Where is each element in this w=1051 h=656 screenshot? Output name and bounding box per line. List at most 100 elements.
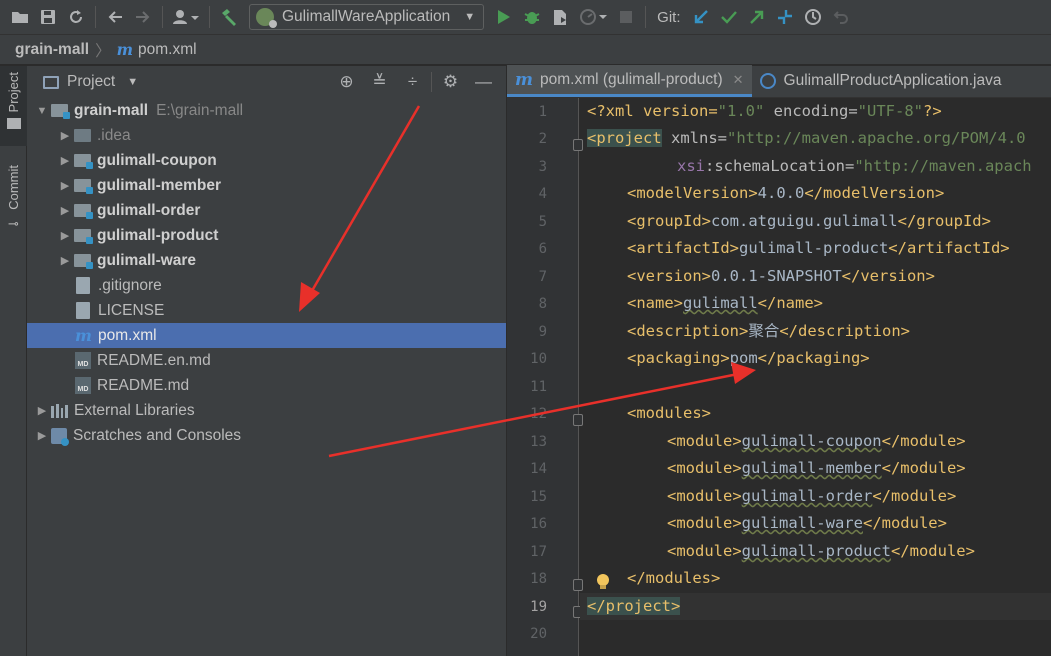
vcs-user-icon[interactable] [168,3,204,31]
fold-marker[interactable] [573,579,583,591]
code-line-19: </project> [580,593,1051,620]
tree-item-idea[interactable]: ▶ .idea [27,123,506,148]
tool-tab-commit[interactable]: Commit ⊸ [0,161,27,241]
chevron-right-icon[interactable]: ▶ [33,404,51,417]
folder-icon [74,129,91,142]
left-tool-strip: Project Commit ⊸ [0,66,27,656]
library-icon [51,403,68,418]
chevron-right-icon[interactable]: ▶ [56,154,74,167]
git-update-icon[interactable] [687,3,715,31]
chevron-right-icon[interactable]: ▶ [33,429,51,442]
locate-icon[interactable]: ⊕ [330,72,363,92]
line-number-current: 19 [530,599,547,615]
tree-item-gulimall-coupon[interactable]: ▶ gulimall-coupon [27,148,506,173]
tree-item-label: gulimall-member [97,176,222,194]
tree-item-external-libraries[interactable]: ▶ External Libraries [27,398,506,423]
build-hammer-icon[interactable] [215,3,243,31]
tree-item-readme[interactable]: MD README.md [27,373,506,398]
code-line-13: <module>gulimall-coupon</module> [587,428,966,455]
tree-item-pom-xml[interactable]: m pom.xml [27,323,506,348]
tree-item-license[interactable]: LICENSE [27,298,506,323]
git-push-icon[interactable] [743,3,771,31]
tree-item-label: .idea [97,126,131,144]
line-number: 6 [538,241,547,257]
xsi-namespace: xsi [677,157,705,175]
project-panel-header: Project ▼ ⊕ ≚ ÷ ⚙ — [27,66,506,98]
line-number-gutter: 1 2 3 4 5 6 7 8 9 10 11 12 13 14 15 16 1… [507,98,583,656]
fold-marker[interactable] [573,414,583,426]
xml-text: gulimall-member [741,459,882,477]
folder-icon [6,118,21,130]
chevron-right-icon[interactable]: ▶ [56,229,74,242]
module-folder-icon [74,204,93,219]
coverage-icon[interactable] [546,3,574,31]
minimize-icon[interactable]: — [467,72,500,92]
breadcrumb-project[interactable]: grain-mall [15,41,89,59]
chevron-right-icon[interactable]: ▶ [56,179,74,192]
xml-tag: </module> [881,432,966,450]
lightbulb-icon[interactable] [596,574,610,590]
forward-icon[interactable] [129,3,157,31]
toolbar-separator [645,6,647,28]
xmlns-attr: xmlns= [661,129,727,147]
breadcrumb-file[interactable]: pom.xml [138,41,197,59]
git-commit-icon[interactable] [715,3,743,31]
history-icon[interactable] [799,3,827,31]
commit-icon: ⊸ [8,215,19,231]
tool-tab-project-label: Project [6,72,21,113]
tab-pom-xml[interactable]: m pom.xml (gulimall-product) ✕ [507,65,752,97]
sync-icon[interactable] [62,3,90,31]
code-line-15: <module>gulimall-order</module> [587,483,956,510]
module-folder-icon [51,104,70,119]
tree-item-readme-en[interactable]: MD README.en.md [27,348,506,373]
tree-item-label: LICENSE [98,301,165,319]
xml-text: gulimall-coupon [741,432,882,450]
project-view-icon [43,75,59,89]
tree-item-label: README.en.md [97,351,211,369]
stop-icon[interactable] [612,3,640,31]
tree-item-gulimall-product[interactable]: ▶ gulimall-product [27,223,506,248]
back-icon[interactable] [101,3,129,31]
code-editor[interactable]: 1 2 3 4 5 6 7 8 9 10 11 12 13 14 15 16 1… [507,98,1051,656]
chevron-right-icon[interactable]: ▶ [56,254,74,267]
expand-all-icon[interactable]: ≚ [363,72,396,92]
tree-item-grain-mall[interactable]: ▼ grain-mall E:\grain-mall [27,98,506,123]
project-open-tag: <project [587,129,662,147]
module-folder-icon [74,229,93,244]
project-panel-title[interactable]: Project [67,73,115,91]
fold-marker[interactable] [573,139,583,151]
tool-tab-project[interactable]: Project [0,66,27,146]
tree-item-label: gulimall-order [97,201,201,219]
close-icon[interactable]: ✕ [733,72,744,88]
rollback-icon[interactable] [827,3,855,31]
collapse-all-icon[interactable]: ÷ [396,72,429,92]
debug-icon[interactable] [518,3,546,31]
line-number: 3 [538,159,547,175]
open-folder-icon[interactable] [6,3,34,31]
xml-tag: </groupId> [897,212,991,230]
chevron-down-icon[interactable]: ▼ [127,76,138,88]
tab-gulimall-product-application[interactable]: GulimallProductApplication.java [752,65,1010,97]
tree-item-gulimall-order[interactable]: ▶ gulimall-order [27,198,506,223]
xml-tag: </modules> [627,569,721,587]
tree-item-label: gulimall-coupon [97,151,217,169]
project-close-tag: </project> [587,597,681,615]
chevron-right-icon[interactable]: ▶ [56,204,74,217]
run-configuration-select[interactable]: GulimallWareApplication ▼ [249,4,485,30]
tree-item-label: gulimall-product [97,226,219,244]
save-icon[interactable] [34,3,62,31]
tree-item-gulimall-member[interactable]: ▶ gulimall-member [27,173,506,198]
git-fetch-icon[interactable] [771,3,799,31]
tree-item-gitignore[interactable]: .gitignore [27,273,506,298]
tree-item-scratches[interactable]: ▶ Scratches and Consoles [27,423,506,448]
tree-item-gulimall-ware[interactable]: ▶ gulimall-ware [27,248,506,273]
chevron-right-icon[interactable]: ▶ [56,129,74,142]
line-number: 8 [538,296,547,312]
profile-icon[interactable] [574,3,612,31]
gear-icon[interactable]: ⚙ [434,72,467,92]
code-line-12: <modules> [587,400,711,427]
markdown-icon: MD [75,377,91,394]
run-icon[interactable] [490,3,518,31]
xml-tag: <module> [667,459,742,477]
chevron-down-icon[interactable]: ▼ [33,105,51,117]
